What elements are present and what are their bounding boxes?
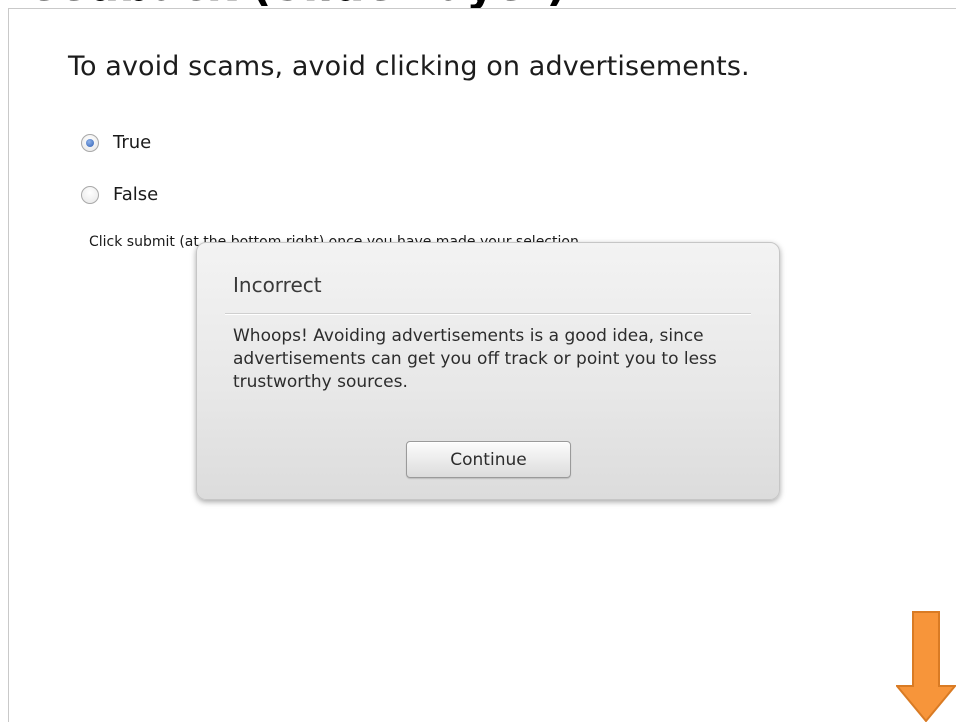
down-arrow-icon xyxy=(896,611,956,722)
radio-true-selected[interactable] xyxy=(81,133,99,152)
option-true-label: True xyxy=(113,132,152,153)
down-arrow-shape xyxy=(896,611,956,722)
continue-button[interactable]: Continue xyxy=(406,441,571,478)
option-false-label: False xyxy=(113,184,159,205)
question-text: To avoid scams, avoid clicking on advert… xyxy=(68,51,750,82)
option-true[interactable]: True xyxy=(81,132,151,153)
feedback-divider xyxy=(225,313,751,315)
feedback-dialog: Incorrect Whoops! Avoiding advertisement… xyxy=(196,242,780,500)
feedback-message: Whoops! Avoiding advertisements is a goo… xyxy=(233,326,717,392)
feedback-title: Incorrect xyxy=(233,273,322,297)
radio-false[interactable] xyxy=(81,185,99,204)
option-false[interactable]: False xyxy=(81,184,158,205)
